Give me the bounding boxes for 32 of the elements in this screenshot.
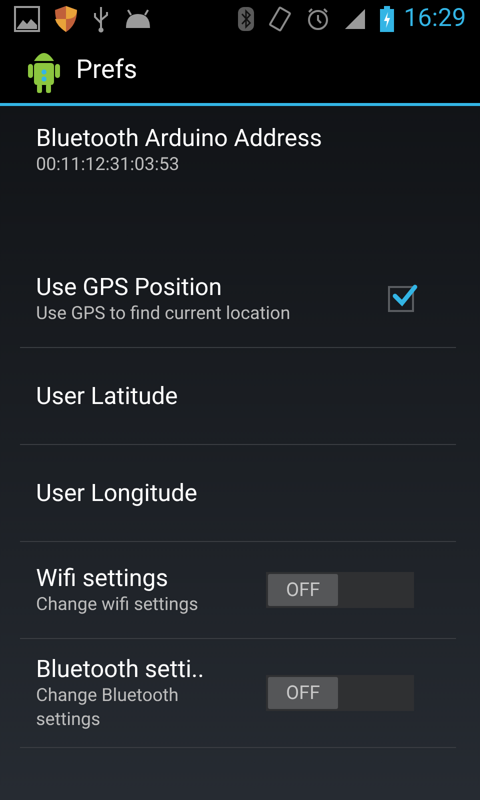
preference-row[interactable]: User Latitude: [20, 348, 456, 445]
preference-title: Bluetooth setti..: [36, 654, 206, 684]
preference-summary: Use GPS to find current location: [36, 302, 292, 326]
usb-icon: [92, 5, 110, 33]
alarm-clock-icon: [306, 7, 330, 31]
android-icon: [124, 8, 152, 30]
preference-summary: Change Bluetooth settings: [36, 684, 180, 732]
preference-title: User Longitude: [36, 478, 198, 508]
preference-title: User Latitude: [36, 381, 179, 411]
preference-summary: Change wifi settings: [36, 593, 200, 617]
clock-time: 16:29: [404, 3, 466, 36]
preference-row[interactable]: Use GPS Position Use GPS to find current location: [20, 251, 456, 348]
preference-title: Bluetooth Arduino Address: [36, 123, 323, 153]
preference-title: Wifi settings: [36, 563, 170, 593]
preference-row[interactable]: Bluetooth Arduino Address 00:11:12:31:03:53: [20, 106, 456, 251]
app-title: Prefs: [76, 54, 138, 87]
preference-title: Use GPS Position: [36, 272, 223, 302]
battery-charging-icon: [380, 6, 394, 32]
preference-row[interactable]: Wifi settings Change wifi settings OFF: [20, 542, 456, 639]
checkmark-icon: [392, 282, 418, 308]
image-icon: [14, 6, 40, 32]
preference-summary: 00:11:12:31:03:53: [36, 153, 180, 177]
bluetooth-icon: [238, 7, 254, 31]
switch-thumb: OFF: [268, 677, 338, 709]
toggle-switch[interactable]: OFF: [266, 572, 414, 608]
preference-row[interactable]: Bluetooth setti.. Change Bluetooth settings OFF: [20, 639, 456, 748]
toggle-switch[interactable]: OFF: [266, 675, 414, 711]
switch-thumb: OFF: [268, 574, 338, 606]
signal-icon: [344, 8, 366, 30]
shield-icon: [54, 5, 78, 33]
phone-rotate-icon: [268, 6, 292, 32]
preference-row[interactable]: User Longitude: [20, 445, 456, 542]
